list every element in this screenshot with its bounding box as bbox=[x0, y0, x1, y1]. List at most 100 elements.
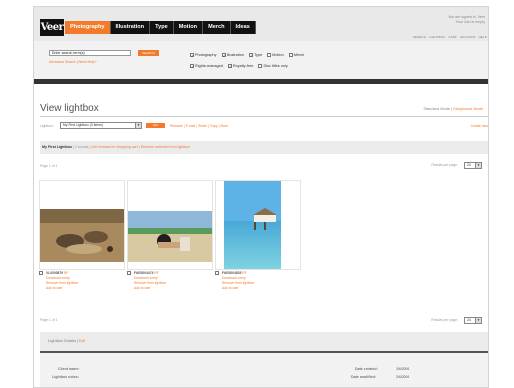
thumbnail-card[interactable] bbox=[39, 180, 125, 270]
merch-checkbox[interactable] bbox=[288, 53, 293, 57]
select-checkbox[interactable] bbox=[39, 271, 43, 275]
tab-motion[interactable]: Motion bbox=[174, 21, 204, 34]
standard-mode-link[interactable]: Standard Mode bbox=[423, 106, 450, 111]
select-checkbox[interactable] bbox=[215, 271, 219, 275]
tab-ideas[interactable]: Ideas bbox=[231, 21, 256, 34]
add-to-cart-link[interactable]: Add to cart bbox=[46, 286, 78, 291]
thumbnail-image-desert[interactable] bbox=[40, 209, 124, 262]
filter-label: Rights-managed bbox=[195, 64, 223, 68]
photography-checkbox[interactable] bbox=[190, 53, 194, 57]
veer-logo[interactable]: Veer bbox=[40, 19, 64, 36]
rpp-value: 24 bbox=[467, 163, 471, 167]
thumbnail-card[interactable] bbox=[215, 180, 301, 270]
image-code-text: FAR2004474 bbox=[134, 271, 154, 275]
filter-label: Merch bbox=[293, 53, 305, 57]
util-lightbox-link[interactable]: LIGHTBOX bbox=[429, 35, 445, 39]
lightbox-actions[interactable]: Rename | E-mail | Share | Copy | More bbox=[170, 124, 228, 128]
results-per-page-label-bottom: Results per page: bbox=[431, 318, 458, 322]
results-count: | 3 results | bbox=[72, 145, 91, 149]
title-divider bbox=[40, 116, 488, 117]
page-indicator: Page 1 of 1 bbox=[40, 164, 58, 168]
create-new-link[interactable]: Create new bbox=[471, 124, 488, 128]
lightbox-details-panel: Client name: Lightbox notes: Date create… bbox=[40, 353, 488, 387]
results-per-page-select-bottom[interactable]: 24 ▼ bbox=[464, 317, 482, 324]
item-links: Download comp Remove from lightbox Add t… bbox=[46, 276, 78, 290]
filter-label: Photography bbox=[195, 53, 217, 57]
lightbox-name: My First Lightbox bbox=[42, 145, 72, 149]
rights-managed-checkbox[interactable] bbox=[190, 64, 194, 68]
util-help-link[interactable]: HELP bbox=[479, 35, 487, 39]
results-per-page-label: Results per page: bbox=[431, 163, 458, 167]
get-invoiced-link[interactable]: Get invoiced in shopping cart bbox=[91, 145, 137, 149]
details-heading: Lightbox Details bbox=[48, 339, 76, 343]
image-code-text: FAR2004835 bbox=[222, 271, 242, 275]
lightbox-tab-bar: My First Lightbox | 3 results | Get invo… bbox=[40, 141, 488, 154]
tab-photography[interactable]: Photography bbox=[65, 21, 111, 34]
tab-type[interactable]: Type bbox=[150, 21, 174, 34]
search-links: Advanced Search | Need Help? bbox=[49, 60, 97, 64]
select-checkbox[interactable] bbox=[127, 271, 131, 275]
filter-label: Type bbox=[253, 53, 263, 57]
add-to-cart-link[interactable]: Add to cart bbox=[222, 286, 254, 291]
main-nav: Photography Illustration Type Motion Mer… bbox=[65, 21, 256, 34]
lightbox-label: Lightbox: bbox=[40, 124, 54, 128]
storyboard-mode-link[interactable]: Storyboard Mode bbox=[453, 106, 483, 111]
lightbox-toolbar: Lightbox: My First Lightbox (3 items) ▼ … bbox=[40, 122, 488, 129]
search-button[interactable]: SEARCH bbox=[138, 50, 159, 56]
thumbnail-card[interactable] bbox=[127, 180, 213, 270]
search-panel: SEARCH Advanced Search | Need Help? Phot… bbox=[34, 41, 488, 79]
thumbnail-image-beach[interactable] bbox=[128, 211, 212, 262]
date-modified-label: Date modified: bbox=[351, 375, 376, 379]
account-status: You are signed in, Veer Your Cart is emp… bbox=[448, 15, 485, 25]
search-filters: Photography Illustration Type Motion Mer… bbox=[186, 50, 304, 72]
header-divider bbox=[34, 79, 488, 84]
item-links: Download comp Remove from lightbox Add t… bbox=[134, 276, 166, 290]
chevron-down-icon: ▼ bbox=[475, 318, 481, 323]
license-tag: RF bbox=[242, 271, 247, 275]
util-account-link[interactable]: ACCOUNT bbox=[460, 35, 476, 39]
remove-from-lightbox-link[interactable]: Remove from lightbox bbox=[222, 281, 254, 286]
remove-from-lightbox-link[interactable]: Remove from lightbox bbox=[46, 281, 78, 286]
chevron-down-icon: ▼ bbox=[135, 123, 141, 128]
go-button[interactable]: GO bbox=[146, 123, 165, 128]
remove-from-lightbox-link[interactable]: Remove from lightbox bbox=[134, 281, 166, 286]
filters-row-2: Rights-managed Royalty-free Disc titles … bbox=[186, 61, 304, 72]
item-links: Download comp Remove from lightbox Add t… bbox=[222, 276, 254, 290]
license-tag: RF bbox=[154, 271, 159, 275]
page-title: View lightbox bbox=[40, 103, 99, 114]
image-code-text: VL0000879 bbox=[46, 271, 64, 275]
edit-details-link[interactable]: Edit bbox=[79, 339, 85, 343]
tab-illustration[interactable]: Illustration bbox=[111, 21, 151, 34]
disc-titles-checkbox[interactable] bbox=[258, 64, 263, 68]
date-created-label: Date created: bbox=[355, 367, 378, 371]
add-to-cart-link[interactable]: Add to cart bbox=[134, 286, 166, 291]
motion-checkbox[interactable] bbox=[267, 53, 272, 57]
util-search-link[interactable]: SEARCH bbox=[413, 35, 426, 39]
filter-label: Disc titles only bbox=[263, 64, 288, 68]
tab-merch[interactable]: Merch bbox=[203, 21, 231, 34]
rpp-value: 24 bbox=[467, 318, 471, 322]
date-created-value: 3/6/2006 bbox=[396, 367, 410, 371]
page-indicator-bottom: Page 1 of 1 bbox=[40, 318, 58, 322]
client-name-label: Client name: bbox=[58, 367, 80, 371]
filter-label: Illustration bbox=[226, 53, 244, 57]
site-header: Veer Photography Illustration Type Motio… bbox=[34, 7, 488, 41]
advanced-search-link[interactable]: Advanced Search bbox=[49, 60, 76, 64]
lightbox-select-value: My First Lightbox (3 items) bbox=[63, 123, 103, 127]
thumbnail-image-resort[interactable] bbox=[224, 181, 281, 269]
illustration-checkbox[interactable] bbox=[221, 53, 226, 57]
remove-selected-link[interactable]: Remove selected from lightbox bbox=[141, 145, 190, 149]
need-help-link[interactable]: Need Help? bbox=[79, 60, 97, 64]
lightbox-notes-label: Lightbox notes: bbox=[52, 375, 79, 379]
search-input[interactable] bbox=[49, 50, 131, 56]
lightbox-details-header: Lightbox Details | Edit bbox=[40, 332, 488, 351]
util-cart-link[interactable]: CART bbox=[448, 35, 457, 39]
lightbox-select[interactable]: My First Lightbox (3 items) ▼ bbox=[60, 122, 142, 129]
royalty-free-checkbox[interactable] bbox=[227, 64, 232, 68]
utility-nav: SEARCH LIGHTBOX CART ACCOUNT HELP bbox=[413, 35, 487, 39]
date-modified-value: 3/6/2006 bbox=[396, 375, 410, 379]
type-checkbox[interactable] bbox=[248, 53, 253, 57]
cart-status-text[interactable]: Your Cart is empty bbox=[448, 20, 485, 25]
filters-row-1: Photography Illustration Type Motion Mer… bbox=[186, 50, 304, 61]
results-per-page-select[interactable]: 24 ▼ bbox=[464, 162, 482, 169]
